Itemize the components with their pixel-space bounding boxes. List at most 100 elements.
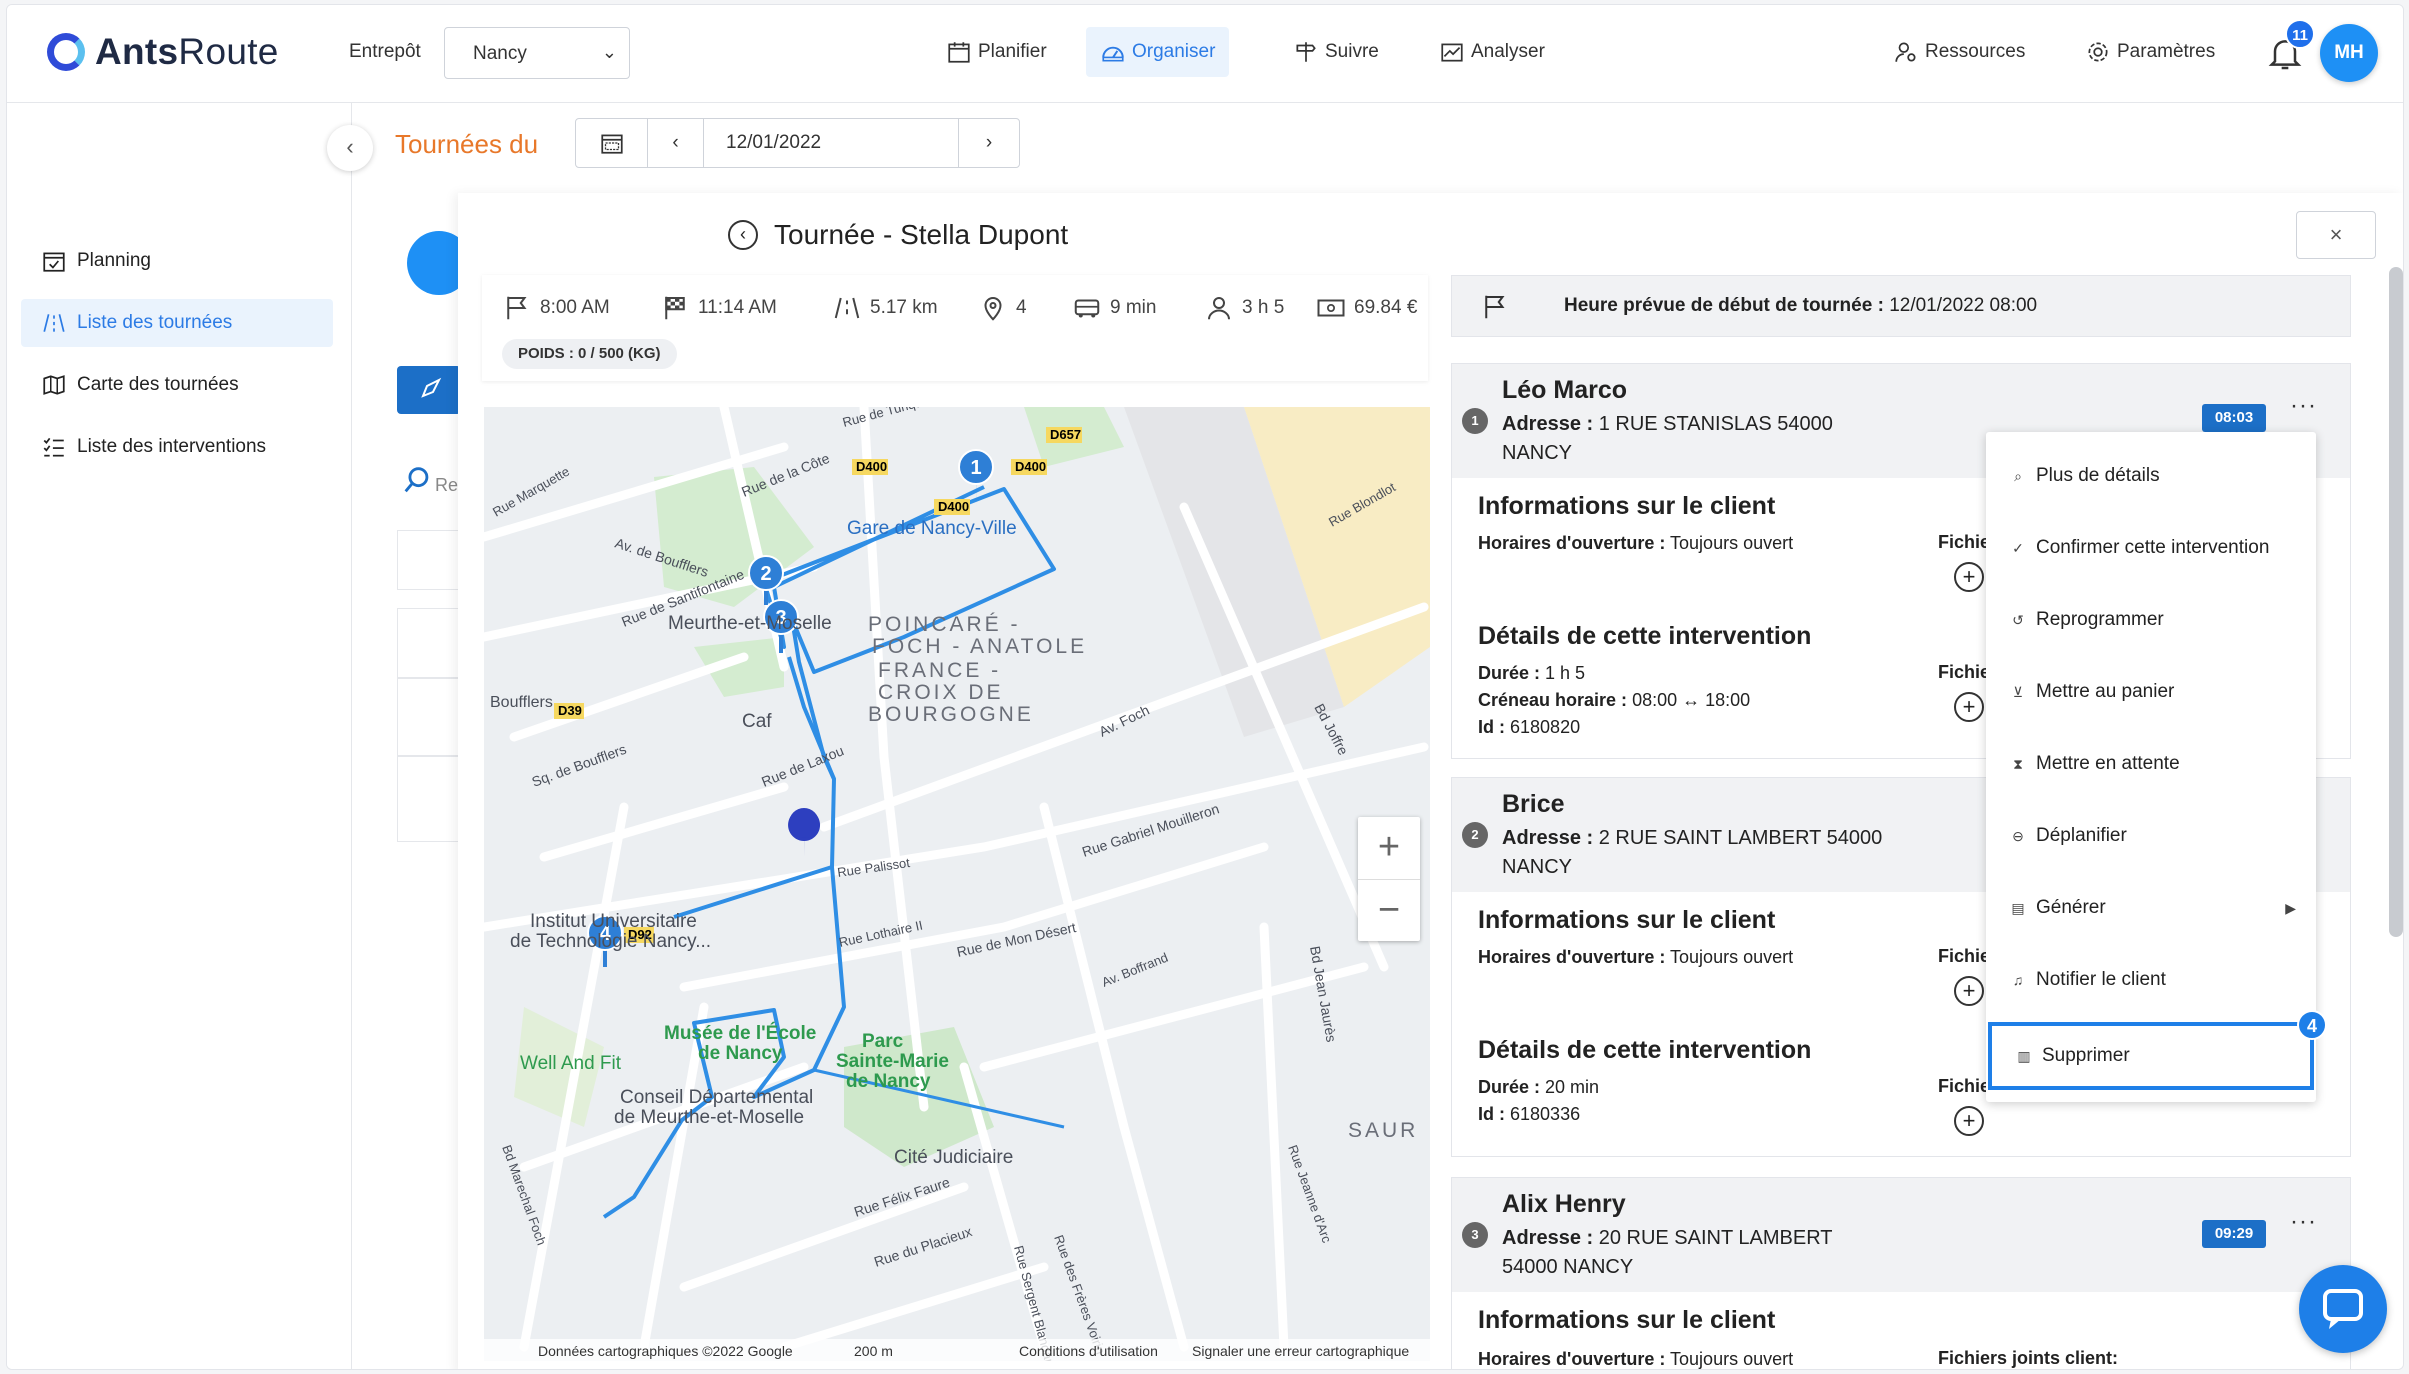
nav-planifier[interactable]: Planifier — [932, 27, 1061, 77]
menu-item-confirm[interactable]: ✓ Confirmer cette intervention — [1986, 520, 2316, 576]
warehouse-select[interactable]: Nancy ⌄ — [444, 27, 630, 79]
gear-icon — [2088, 42, 2108, 62]
nav-analyser-label: Analyser — [1471, 41, 1545, 62]
date-picker: ‹ 12/01/2022 › — [575, 118, 1020, 168]
app-window: AntsRoute Entrepôt Nancy ⌄ Planifier Org… — [6, 4, 2404, 1370]
tour-start-text: Heure prévue de début de tournée : 12/01… — [1564, 295, 2038, 316]
logo-text: AntsRoute — [95, 31, 279, 72]
stat-value: 8:00 AM — [540, 297, 610, 318]
nav-parametres[interactable]: Paramètres — [2071, 27, 2229, 77]
next-date-button[interactable]: › — [959, 119, 1019, 167]
intervention-header[interactable]: 3 Alix Henry Adresse : 20 RUE SAINT LAMB… — [1452, 1178, 2350, 1292]
nav-organiser[interactable]: Organiser — [1086, 27, 1230, 77]
signpost-icon — [1296, 42, 1316, 62]
nav-suivre[interactable]: Suivre — [1279, 27, 1393, 77]
list-item[interactable] — [397, 530, 467, 590]
close-button[interactable]: × — [2296, 211, 2376, 259]
sidebar-item-carte-tournees[interactable]: Carte des tournées — [21, 361, 333, 409]
menu-item-unschedule[interactable]: ⊖ Déplanifier — [1986, 808, 2316, 864]
chevron-right-icon: › — [985, 132, 993, 153]
antsroute-logo[interactable]: AntsRoute — [47, 31, 279, 73]
more-options-button[interactable]: ··· — [2290, 1208, 2317, 1236]
sidebar-item-label: Liste des tournées — [77, 312, 233, 333]
svg-text:Rue de Turique: Rue de Turique — [841, 407, 931, 430]
nav-analyser[interactable]: Analyser — [1425, 27, 1559, 77]
menu-item-hold[interactable]: ⧗ Mettre en attente — [1986, 736, 2316, 792]
menu-item-reschedule[interactable]: ↺ Reprogrammer — [1986, 592, 2316, 648]
menu-item-basket[interactable]: ⊻ Mettre au panier — [1986, 664, 2316, 720]
stat-value: 9 min — [1110, 297, 1157, 318]
zoom-out-button[interactable]: − — [1358, 879, 1420, 941]
stat-end-time: 11:14 AM — [660, 293, 777, 323]
attachments-label: Fichiers joints client: — [1938, 1348, 2119, 1368]
nav-ressources[interactable]: Ressources — [1879, 27, 2039, 77]
client-address: Adresse : 1 RUE STANISLAS 54000 NANCY — [1502, 413, 1833, 464]
calendar-check-icon — [43, 252, 65, 272]
search-input[interactable]: Re — [435, 475, 458, 496]
map-terms-link[interactable]: Conditions d'utilisation — [1019, 1343, 1158, 1359]
svg-text:de Technologie Nancy...: de Technologie Nancy... — [510, 931, 711, 952]
sidebar-collapse-button[interactable]: ‹ — [327, 125, 373, 171]
svg-text:Av. Boffrand: Av. Boffrand — [1100, 950, 1171, 990]
sidebar-item-label: Liste des interventions — [77, 436, 267, 457]
stop-number: 3 — [1462, 1222, 1488, 1248]
map-marker[interactable]: 2 — [748, 555, 784, 605]
list-icon — [43, 437, 64, 457]
more-options-button[interactable]: ··· — [2290, 392, 2317, 420]
bell-icon: ♫ — [2012, 972, 2024, 988]
svg-text:Rue des Frères Voirin: Rue des Frères Voirin — [1051, 1233, 1108, 1356]
stop-number: 2 — [1462, 822, 1488, 848]
attachments-label: Fichie — [1938, 1076, 1991, 1096]
chart-icon — [1441, 43, 1463, 62]
search-icon[interactable] — [400, 463, 434, 502]
menu-item-delete[interactable]: ▥ Supprimer — [1988, 1022, 2314, 1090]
optimize-button[interactable] — [397, 366, 461, 414]
sidebar-item-liste-interventions[interactable]: Liste des interventions — [21, 423, 333, 471]
road-icon — [43, 314, 65, 332]
logo-mark-icon — [47, 33, 85, 71]
svg-text:Sq. de Boufflers: Sq. de Boufflers — [530, 741, 629, 790]
list-item[interactable] — [397, 678, 467, 756]
user-avatar[interactable]: MH — [2320, 24, 2378, 82]
panel-scrollbar[interactable] — [2389, 267, 2403, 937]
sidebar-item-planning[interactable]: Planning — [21, 237, 333, 285]
calendar-button[interactable] — [576, 119, 648, 167]
client-name: Léo Marco — [1502, 376, 1628, 404]
menu-item-generate[interactable]: ▤ Générer ▶ — [1986, 880, 2316, 936]
stat-value: 3 h 5 — [1242, 297, 1285, 318]
date-input[interactable]: 12/01/2022 — [704, 119, 959, 167]
svg-text:Sainte-Marie: Sainte-Marie — [836, 1051, 949, 1072]
back-arrow-icon[interactable]: ‹ — [728, 220, 758, 250]
chat-button[interactable] — [2299, 1265, 2387, 1353]
sidebar-item-liste-tournees[interactable]: Liste des tournées — [21, 299, 333, 347]
road-icon — [834, 297, 860, 319]
map-attribution: Données cartographiques ©2022 Google 200… — [484, 1339, 1430, 1361]
add-attachment-icon[interactable]: + — [1954, 692, 1984, 722]
menu-item-details[interactable]: ⌕ Plus de détails — [1986, 448, 2316, 504]
add-attachment-icon[interactable]: + — [1954, 1106, 1984, 1136]
menu-item-notify[interactable]: ♫ Notifier le client — [1986, 952, 2316, 1008]
client-name: Alix Henry — [1502, 1190, 1626, 1218]
nav-planifier-label: Planifier — [978, 41, 1047, 62]
list-item[interactable] — [397, 608, 467, 678]
stat-stops: 4 — [978, 293, 1027, 323]
basket-icon: ⊻ — [2012, 683, 2024, 700]
history-icon: ↺ — [2012, 611, 2024, 628]
list-item[interactable] — [397, 756, 467, 842]
warehouse-value: Nancy — [473, 43, 527, 64]
hourglass-icon: ⧗ — [2013, 755, 2023, 772]
add-attachment-icon[interactable]: + — [1954, 562, 1984, 592]
weight-badge: POIDS : 0 / 500 (KG) — [502, 339, 677, 369]
route-map[interactable]: 1 2 3 4 D400 D400 D657 D400 D39 D92 Gare… — [484, 407, 1430, 1361]
zoom-in-button[interactable]: + — [1358, 817, 1420, 879]
tour-start-bar: Heure prévue de début de tournée : 12/01… — [1451, 275, 2351, 337]
svg-text:de Nancy: de Nancy — [698, 1043, 783, 1064]
prev-date-button[interactable]: ‹ — [648, 119, 704, 167]
add-attachment-icon[interactable]: + — [1954, 976, 1984, 1006]
map-credit-data[interactable]: Données cartographiques ©2022 Google — [538, 1343, 793, 1359]
caret-right-icon: ▶ — [2285, 899, 2296, 916]
svg-text:FRANCE -: FRANCE - — [878, 659, 1001, 682]
page-title: Tournées du — [395, 129, 539, 159]
stat-value: 11:14 AM — [698, 297, 777, 318]
map-report-link[interactable]: Signaler une erreur cartographique — [1192, 1343, 1409, 1359]
